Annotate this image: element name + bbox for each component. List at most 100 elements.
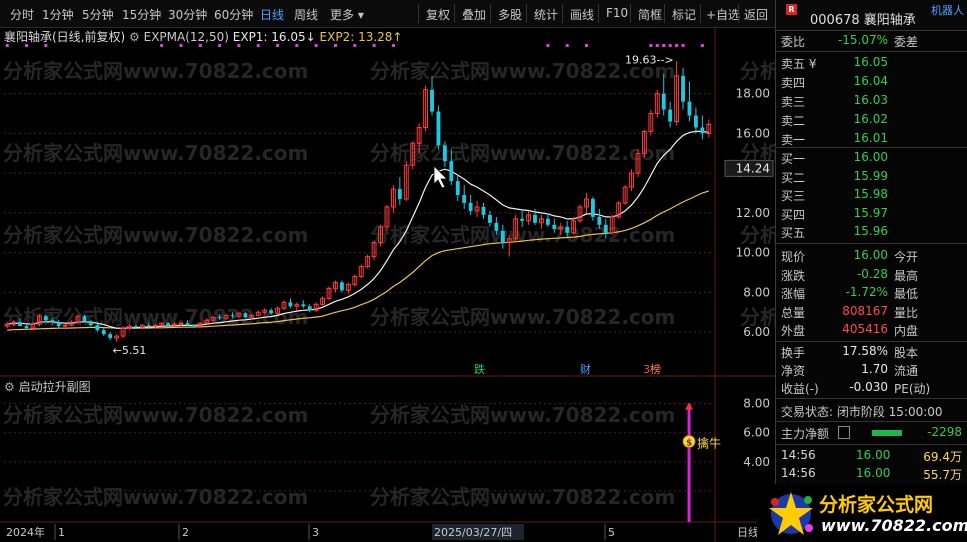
candle-body — [101, 330, 106, 335]
sell-level-label: 卖二 — [781, 114, 806, 128]
divider — [776, 398, 967, 399]
settings-icon[interactable]: ⚙ — [129, 30, 140, 44]
x-axis-label: 2024年 — [6, 525, 45, 539]
fin-row: 净资 1.70 流通 — [776, 362, 967, 379]
signal-dot — [700, 44, 704, 47]
candle-body — [436, 111, 441, 146]
quote-label-2: 内盘 — [894, 324, 919, 338]
watermark-text: 分析家公式网www.70822.com — [3, 223, 308, 247]
price-tick-label: 10.00 — [736, 246, 770, 260]
candle-body — [134, 326, 138, 328]
exp2-value: EXP2: 13.28↑ — [319, 30, 403, 44]
current-price-label: 14.24 — [736, 161, 770, 175]
signal-dot — [662, 44, 666, 47]
divider — [776, 421, 967, 422]
stock-title: 襄阳轴承(日线,前复权) — [4, 30, 126, 44]
candle-body — [18, 322, 23, 327]
subchart-name[interactable]: 启动拉升副图 — [19, 380, 91, 394]
sell-price: 16.05 — [853, 55, 888, 69]
fin-value: 1.70 — [861, 362, 888, 376]
watermark-text: 分析家公式网www.70822.com — [3, 403, 308, 427]
trade-price: 16.00 — [856, 466, 891, 480]
candle-body — [488, 214, 492, 223]
candle-body — [95, 325, 100, 331]
settings-icon[interactable]: ⚙ — [4, 380, 15, 394]
buy-row: 买一 16.00 — [776, 150, 967, 167]
x-axis-label: 3 — [312, 526, 319, 539]
sell-price: 16.02 — [853, 112, 888, 126]
buy-level-label: 买四 — [781, 207, 806, 222]
signal-dot — [565, 44, 569, 47]
candle-body — [661, 93, 666, 110]
buy-price: 16.00 — [853, 150, 888, 164]
sub-tick-label: 6.00 — [743, 426, 770, 440]
candle-body — [603, 224, 608, 233]
candle-body — [191, 325, 196, 327]
candle-body — [217, 317, 222, 319]
watermark-text: 分析家公式网www.70822.com — [740, 59, 775, 83]
watermark-text: 分析家公式网www.70822.com — [370, 403, 675, 427]
x-axis-label: 5 — [608, 526, 615, 539]
candle-body — [430, 89, 434, 112]
quote-label-2: 今开 — [894, 250, 919, 264]
signal-label: 擒牛 — [697, 435, 721, 450]
fin-value: -0.030 — [849, 380, 888, 394]
watermark-text: 分析家公式网www.70822.com — [370, 223, 675, 247]
quote-row: 涨跌 -0.28 最高 — [776, 267, 967, 284]
sell-level-label: 卖一 — [781, 133, 806, 147]
weicha-label: 委差 — [894, 35, 919, 49]
robot-link[interactable]: 机器人 — [931, 2, 964, 18]
kline-chart[interactable]: 分析家公式网www.70822.com 分析家公式网www.70822.com 分析… — [0, 0, 775, 542]
quote-row: 总量 808167 量比 — [776, 304, 967, 321]
candle-body — [50, 320, 55, 323]
fin-label-2: PE(动) — [894, 382, 931, 396]
buy-row: 买四 15.97 — [776, 206, 967, 223]
trade-time: 14:56 — [781, 448, 816, 462]
candle-body — [108, 334, 113, 339]
candle-body — [552, 224, 557, 229]
indicator-name[interactable]: EXPMA(12,50) — [144, 30, 229, 44]
list-icon[interactable] — [838, 426, 850, 439]
candle-body — [500, 230, 505, 243]
price-tick-label: 18.00 — [736, 87, 770, 101]
candle-body — [339, 282, 344, 291]
candle-body — [56, 322, 61, 327]
divider — [776, 243, 967, 244]
quote-label: 现价 — [781, 250, 806, 264]
sub-tick-label: 4.00 — [743, 455, 770, 469]
fin-label: 换手 — [781, 346, 806, 360]
x-axis-label: 日线 — [737, 525, 759, 539]
candle-body — [243, 313, 248, 318]
candle-body — [269, 310, 274, 314]
divider — [776, 341, 967, 342]
stock-code-name[interactable]: 000678 襄阳轴承 — [810, 9, 916, 28]
weibi-value: -15.07% — [837, 33, 888, 47]
watermark-text: 分析家公式网www.70822.com — [3, 485, 308, 509]
signal-dot — [546, 44, 550, 47]
price-tick-label: 8.00 — [743, 285, 770, 299]
candle-body — [681, 75, 685, 102]
x-axis-label: 2 — [182, 526, 189, 539]
candle-body — [455, 181, 460, 196]
candle-body — [82, 316, 87, 322]
event-tag-cai: 财 — [580, 362, 591, 376]
candle-body — [301, 304, 306, 307]
quote-label-2: 最高 — [894, 268, 919, 283]
divider — [776, 147, 967, 148]
quote-value: 16.00 — [853, 248, 888, 262]
high-price-label: 19.63--> — [625, 53, 674, 66]
quote-row: 现价 16.00 今开 — [776, 248, 967, 265]
fin-row: 换手 17.58% 股本 — [776, 344, 967, 361]
sell-price: 16.01 — [853, 131, 888, 145]
weibi-row: 委比 -15.07% 委差 — [776, 33, 967, 50]
main-flow-bar — [872, 430, 902, 436]
money-bag-symbol: $ — [686, 438, 692, 448]
buy-level-label: 买一 — [781, 152, 806, 166]
candle-body — [43, 316, 48, 321]
signal-arrow-icon — [685, 402, 694, 410]
star-logo-icon — [769, 492, 813, 535]
buy-row: 买五 15.96 — [776, 224, 967, 241]
candle-body — [185, 323, 190, 326]
candle-body — [88, 321, 93, 326]
logo-text: 分析家公式网 — [819, 494, 934, 516]
